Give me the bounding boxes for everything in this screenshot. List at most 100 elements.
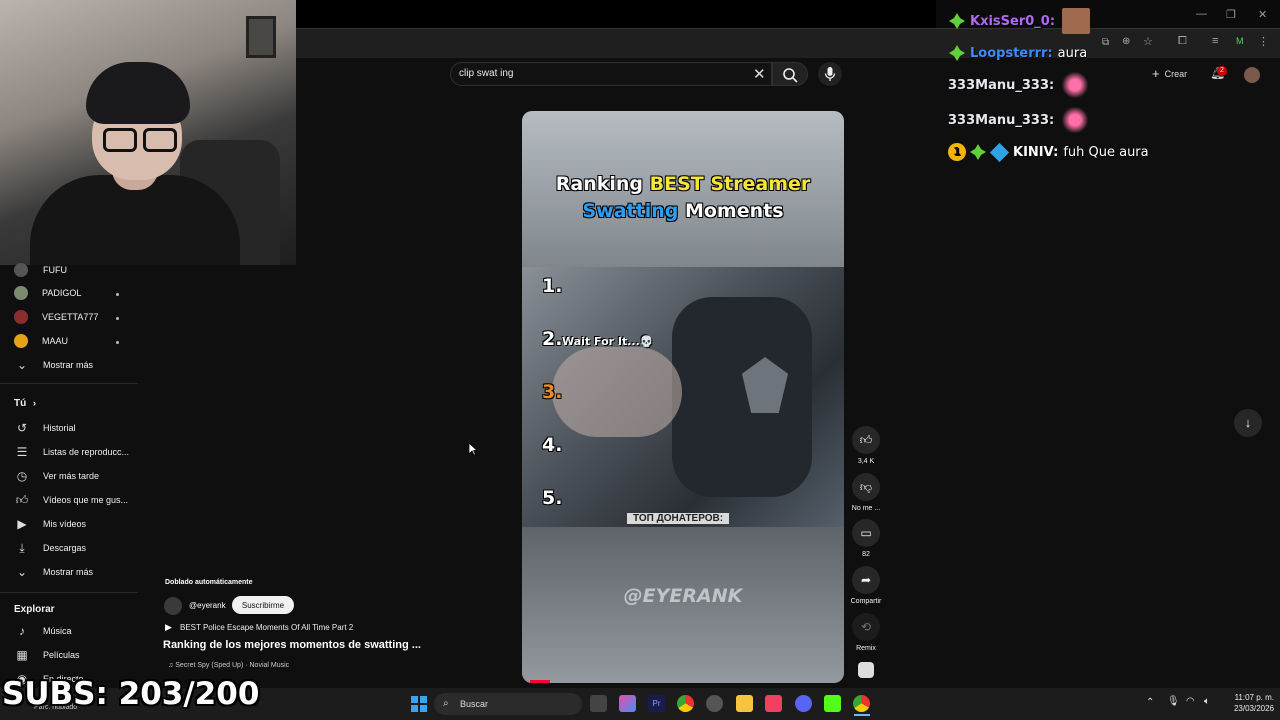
create-button[interactable]: + Crear	[1152, 66, 1187, 81]
sidebar-item-music[interactable]: ♪ Música	[14, 621, 72, 641]
channel-avatar	[14, 286, 28, 300]
system-clock[interactable]: 11:07 p. m. 23/03/2026	[1226, 692, 1274, 714]
minimize-icon[interactable]: —	[1196, 8, 1207, 20]
channel-avatar	[14, 334, 28, 348]
sidebar-item-label: Música	[43, 626, 72, 636]
sidebar-item-watch-later[interactable]: ◷ Ver más tarde	[14, 466, 99, 486]
active-app-indicator	[854, 714, 870, 716]
sidebar-sub-padigol[interactable]: PADIGOL	[14, 283, 81, 303]
play-icon: ▶	[165, 622, 172, 632]
sidebar-explore-heading: Explorar	[14, 604, 55, 615]
emote-pink	[1061, 72, 1090, 98]
sidebar-show-more-you[interactable]: ⌄ Mostrar más	[14, 562, 93, 582]
sidebar-sub-label: FUFU	[43, 265, 67, 275]
thumbs-down-icon: 👎︎	[859, 479, 873, 494]
chrome-active-icon[interactable]	[853, 695, 870, 712]
extensions-icon[interactable]: ⧠	[1178, 35, 1187, 48]
premiere-icon[interactable]: Pr	[648, 695, 665, 712]
copilot-icon[interactable]	[619, 695, 636, 712]
menu-dots-icon[interactable]: ⋮	[1258, 35, 1269, 48]
liked-videos-icon: 👍︎	[15, 492, 29, 507]
sidebar-item-my-videos[interactable]: ▶ Mis vídeos	[14, 514, 86, 534]
maximize-icon[interactable]: ❐	[1226, 8, 1236, 21]
sidebar-item-label: Vídeos que me gus...	[43, 495, 129, 505]
wifi-icon[interactable]: ◠	[1186, 696, 1195, 707]
search-button[interactable]	[772, 62, 808, 86]
sidebar-item-movies[interactable]: ▦ Películas	[14, 645, 80, 665]
microphone-tray-icon[interactable]: 🎙︎	[1167, 696, 1180, 707]
search-icon	[783, 68, 798, 83]
sidebar-item-downloads[interactable]: ⤓ Descargas	[14, 538, 86, 558]
sidebar-item-playlists[interactable]: ☰ Listas de reproducc...	[14, 442, 129, 462]
video-title[interactable]: Ranking de los mejores momentos de swatt…	[163, 639, 421, 651]
cube-badge-icon	[989, 142, 1010, 162]
cast-icon[interactable]: ⧉	[1102, 37, 1109, 48]
volume-icon[interactable]: 🔈︎	[1204, 696, 1210, 707]
music-app-icon[interactable]	[765, 695, 782, 712]
kick-icon[interactable]	[824, 695, 841, 712]
like-button[interactable]: 👍︎	[852, 426, 880, 454]
search-icon: ⌕	[443, 698, 449, 709]
channel-avatar[interactable]	[164, 597, 182, 615]
user-avatar[interactable]	[1244, 67, 1260, 83]
close-icon[interactable]: ✕	[1258, 8, 1267, 21]
wait-for-it-caption: Wait For It...💀	[562, 335, 654, 348]
rank-1: 1.	[542, 275, 563, 297]
sidebar-you-heading[interactable]: Tú ›	[14, 398, 36, 409]
zoom-icon[interactable]: ⊕	[1122, 36, 1130, 47]
bookmark-star-icon[interactable]: ☆	[1143, 35, 1153, 48]
remix-button[interactable]: ⟲	[852, 613, 880, 641]
webcam-overlay	[0, 0, 296, 265]
sidebar-item-history[interactable]: ↺ Historial	[14, 418, 76, 438]
emote-face	[1062, 8, 1091, 34]
sidebar-sub-fufu[interactable]: FUFU	[14, 260, 67, 280]
chat-message: 1 KINIV: fuh Que aura	[948, 142, 1149, 162]
downloads-icon: ⤓	[19, 540, 25, 555]
microphone-icon	[824, 67, 836, 81]
music-credit[interactable]: ♫ Secret Spy (Sped Up) · Novial Music	[168, 662, 289, 669]
related-video-link[interactable]: BEST Police Escape Moments Of All Time P…	[180, 623, 353, 632]
next-short-button[interactable]: ↓	[1234, 409, 1262, 437]
profile-icon[interactable]: M	[1236, 36, 1244, 46]
gift-badge-icon: 1	[948, 143, 966, 161]
officer-figure	[672, 297, 812, 497]
mouse-cursor-icon	[468, 442, 478, 456]
sidebar-item-label: Películas	[43, 650, 80, 660]
share-button[interactable]: ➦	[852, 566, 880, 594]
sidebar-item-liked-videos[interactable]: 👍︎ Vídeos que me gus...	[14, 490, 128, 510]
sidebar-show-more-subs[interactable]: ⌄ Mostrar más	[14, 355, 93, 375]
sidebar-sub-vegetta777[interactable]: VEGETTA777	[14, 307, 98, 327]
search-box[interactable]: clip swat ing ✕	[450, 62, 772, 86]
voice-search-button[interactable]	[818, 62, 842, 86]
file-explorer-icon[interactable]	[736, 695, 753, 712]
video-frame: 1. 2. Wait For It...💀 3. 4. 5. ТОП ДОНАТ…	[522, 267, 844, 527]
new-content-dot	[116, 341, 119, 344]
media-controls-icon[interactable]: ≡	[1212, 35, 1218, 47]
discord-icon[interactable]	[795, 695, 812, 712]
search-input[interactable]: clip swat ing	[459, 68, 513, 79]
task-view-icon[interactable]	[590, 695, 607, 712]
tray-chevron-icon[interactable]: ⌃	[1146, 697, 1154, 708]
chrome-icon[interactable]	[677, 695, 694, 712]
blurred-person	[552, 347, 682, 437]
channel-name[interactable]: @eyerank	[189, 601, 226, 610]
movies-icon: ▦	[16, 648, 28, 662]
rank-3: 3.	[542, 381, 563, 403]
sidebar-sub-label: PADIGOL	[42, 288, 82, 298]
sound-thumbnail[interactable]	[858, 662, 874, 678]
sidebar-sub-maau[interactable]: MAAU	[14, 331, 68, 351]
comments-button[interactable]: ▭	[852, 519, 880, 547]
dislike-button[interactable]: 👎︎	[852, 473, 880, 501]
sidebar-item-label: Ver más tarde	[43, 471, 100, 481]
windows-start-icon[interactable]	[411, 696, 427, 712]
subscribe-button[interactable]: Suscribirme	[232, 596, 294, 614]
glasses-left	[103, 128, 137, 152]
video-overlay-title-line1: Ranking BEST Streamer	[555, 173, 811, 195]
new-content-dot	[116, 317, 119, 320]
clear-search-icon[interactable]: ✕	[753, 65, 766, 83]
video-progress-bar[interactable]	[530, 680, 550, 683]
taskbar-search[interactable]: ⌕ Buscar	[434, 693, 582, 715]
sidebar-item-label: Descargas	[43, 543, 87, 553]
shorts-video-player[interactable]: Ranking BEST Streamer Swatting Moments 1…	[522, 111, 844, 683]
app-icon[interactable]	[706, 695, 723, 712]
